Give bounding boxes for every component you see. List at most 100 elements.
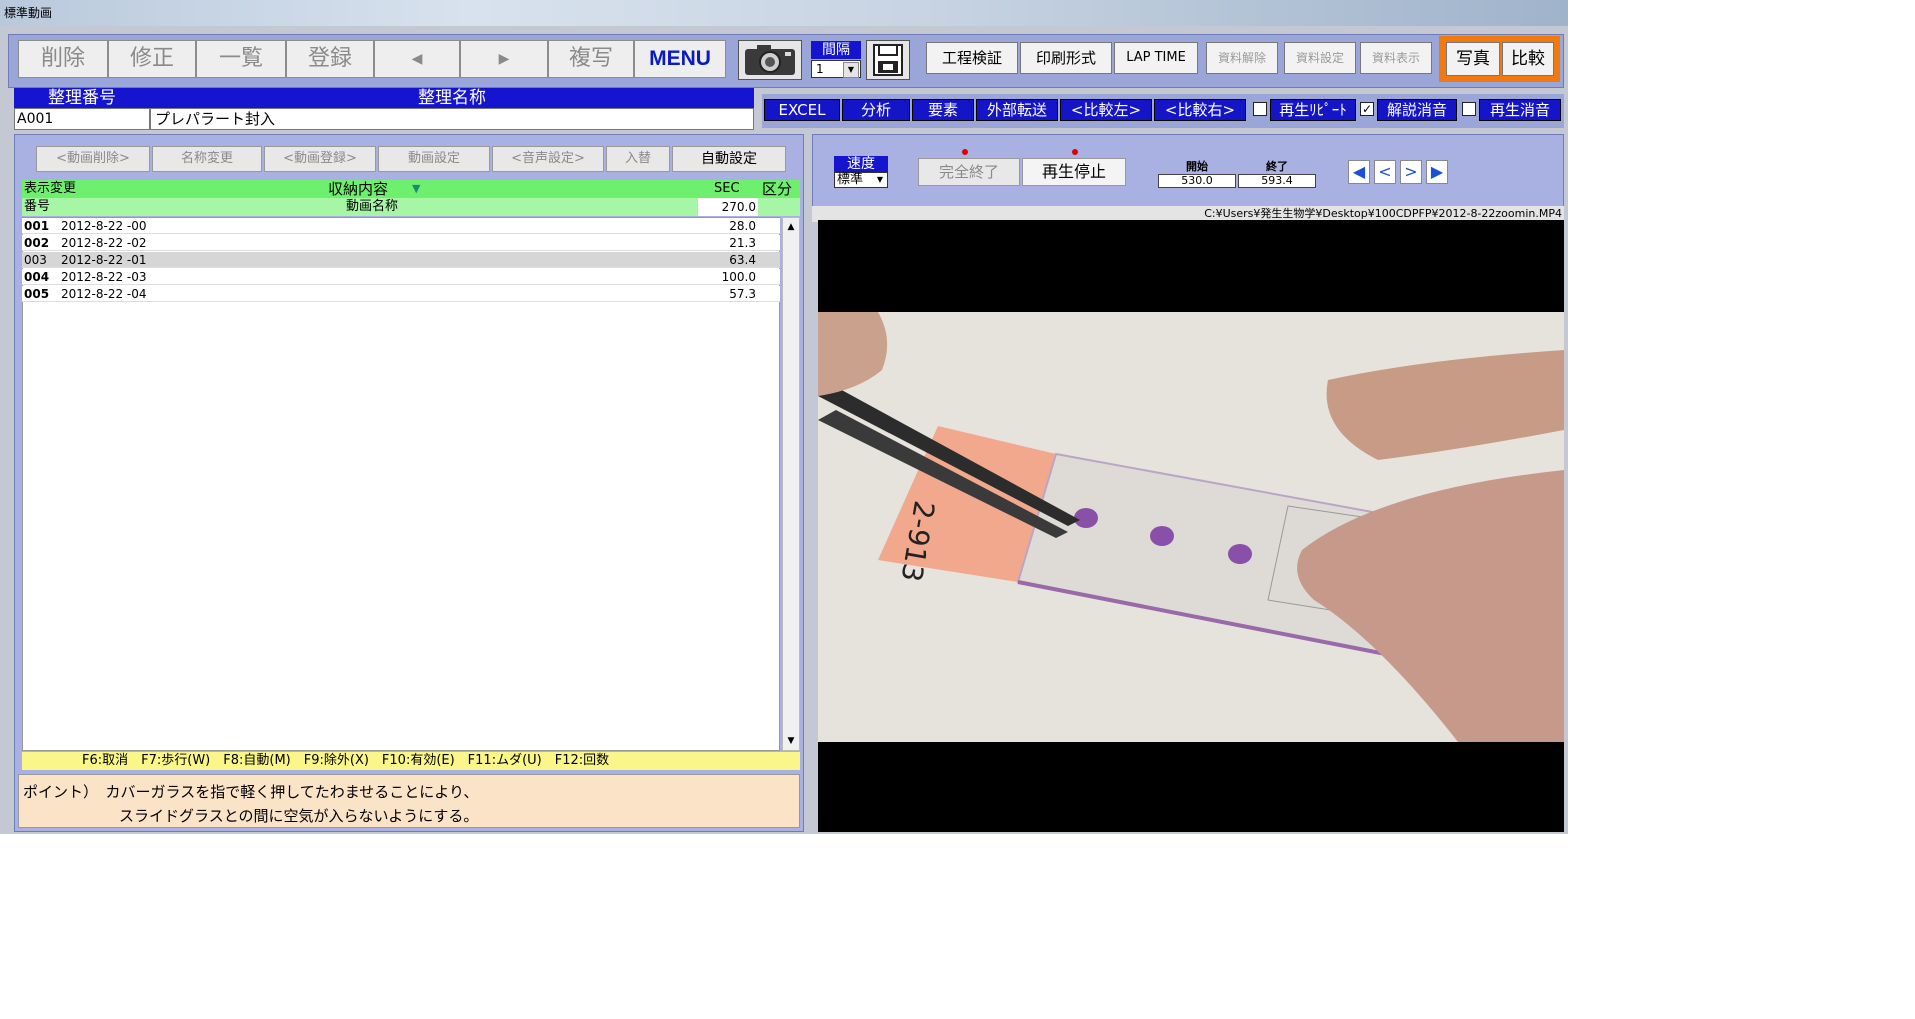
row-seconds: 63.4 (729, 253, 756, 267)
table-row-selected[interactable]: 003 2012-8-22 -01 63.4 (22, 252, 780, 268)
swap-button[interactable]: 入替 (606, 146, 670, 172)
rename-button[interactable]: 名称変更 (152, 146, 262, 172)
record-dot-icon (962, 149, 968, 155)
jump-start-icon[interactable]: ◀ (1348, 160, 1370, 184)
video-player[interactable]: 2-913 (818, 220, 1564, 832)
video-settings-button[interactable]: 動画設定 (378, 146, 490, 172)
compare-button[interactable]: 比較 (1502, 42, 1554, 76)
shortcut-bar: F6:取消 F7:歩行(W) F8:自動(M) F9:除外(X) F10:有効(… (22, 752, 800, 770)
speed-select[interactable]: 標準 ▼ (834, 172, 888, 188)
prev-record-button[interactable]: ◀ (374, 40, 460, 78)
process-verify-button[interactable]: 工程検証 (926, 42, 1018, 74)
row-name: 2012-8-22 -00 (61, 219, 147, 233)
mute-commentary-checkbox[interactable]: ✓ (1360, 102, 1374, 116)
row-name: 2012-8-22 -01 (61, 253, 147, 267)
chevron-down-icon[interactable]: ▼ (843, 62, 859, 78)
edit-button[interactable]: 修正 (108, 40, 196, 78)
sec-header: SEC (714, 181, 740, 196)
start-label: 開始 (1186, 160, 1208, 173)
scroll-down-icon[interactable]: ▼ (783, 733, 799, 749)
material-release-button[interactable]: 資料解除 (1206, 42, 1278, 74)
row-seconds: 100.0 (721, 270, 756, 284)
register-button[interactable]: 登録 (286, 40, 374, 78)
row-name: 2012-8-22 -02 (61, 236, 147, 250)
storage-header: 収納内容 (328, 180, 389, 198)
photo-button[interactable]: 写真 (1446, 42, 1500, 76)
record-dot-icon (1072, 149, 1078, 155)
row-seconds: 28.0 (729, 219, 756, 233)
copy-button[interactable]: 複写 (548, 40, 634, 78)
row-number: 004 (24, 270, 50, 284)
row-seconds: 57.3 (729, 287, 756, 301)
audio-settings-button[interactable]: <音声設定> (492, 146, 604, 172)
number-header: 番号 (24, 199, 51, 214)
step-back-icon[interactable]: < (1374, 160, 1396, 184)
table-row[interactable]: 002 2012-8-22 -02 21.3 (22, 235, 780, 251)
table-header: 表示変更 収納内容 ▼ SEC 区分 (22, 180, 800, 198)
camera-icon[interactable] (738, 40, 802, 80)
interval-value: 1 (816, 62, 824, 76)
interval-select[interactable]: 1 ▼ (811, 60, 861, 78)
table-row[interactable]: 005 2012-8-22 -04 57.3 (22, 286, 780, 302)
mute-commentary-label: 解説消音 (1377, 99, 1457, 121)
chevron-down-icon[interactable]: ▼ (874, 174, 886, 186)
record-name-field[interactable]: プレパラート封入 (150, 108, 754, 130)
table-subheader: 番号 動画名称 270.0 (22, 198, 800, 216)
category-header: 区分 (762, 180, 793, 198)
end-label: 終了 (1266, 160, 1288, 173)
speed-value: 標準 (837, 172, 864, 187)
point-note: ポイント） カバーガラスを指で軽く押してたわませることにより、 スライドグラスと… (18, 774, 800, 828)
point-line-1: ポイント） カバーガラスを指で軽く押してたわませることにより、 (23, 783, 479, 801)
row-seconds: 21.3 (729, 236, 756, 250)
material-display-button[interactable]: 資料表示 (1360, 42, 1432, 74)
window-title: 標準動画 (0, 0, 1568, 26)
delete-button[interactable]: 削除 (18, 40, 108, 78)
print-format-button[interactable]: 印刷形式 (1020, 42, 1112, 74)
excel-button[interactable]: EXCEL (764, 99, 840, 121)
playback-stop-button[interactable]: 再生停止 (1022, 158, 1126, 186)
auto-settings-button[interactable]: 自動設定 (672, 146, 786, 172)
repeat-label: 再生ﾘﾋﾟｰﾄ (1270, 99, 1356, 121)
table-row[interactable]: 004 2012-8-22 -03 100.0 (22, 269, 780, 285)
material-settings-button[interactable]: 資料設定 (1284, 42, 1356, 74)
start-time-field[interactable]: 530.0 (1158, 174, 1236, 188)
row-number: 003 (24, 253, 47, 267)
end-time-field[interactable]: 593.4 (1238, 174, 1316, 188)
video-frame: 2-913 (818, 220, 1564, 832)
row-number: 002 (24, 236, 50, 250)
compare-left-button[interactable]: <比較左> (1060, 99, 1152, 121)
external-transfer-button[interactable]: 外部転送 (976, 99, 1058, 121)
mute-playback-checkbox[interactable] (1462, 102, 1476, 116)
element-button[interactable]: 要素 (912, 99, 974, 121)
speed-label: 速度 (834, 156, 888, 172)
display-change-label[interactable]: 表示変更 (24, 180, 76, 198)
record-number-field[interactable]: A001 (14, 108, 150, 130)
interval-label: 間隔 (811, 41, 861, 59)
complete-stop-button[interactable]: 完全終了 (918, 158, 1020, 186)
scroll-up-icon[interactable]: ▲ (783, 219, 799, 235)
record-name-header: 整理名称 (150, 88, 754, 108)
step-forward-icon[interactable]: > (1400, 160, 1422, 184)
save-icon[interactable] (866, 40, 910, 80)
mute-playback-label: 再生消音 (1479, 99, 1561, 121)
video-name-header: 動画名称 (346, 199, 399, 214)
row-number: 001 (24, 219, 50, 233)
register-video-button[interactable]: <動画登録> (264, 146, 376, 172)
record-number-header: 整理番号 (14, 88, 150, 108)
row-number: 005 (24, 287, 50, 301)
list-scrollbar[interactable] (782, 217, 800, 751)
sort-triangle-icon[interactable]: ▼ (412, 180, 420, 198)
analysis-button[interactable]: 分析 (842, 99, 910, 121)
delete-video-button[interactable]: <動画削除> (36, 146, 150, 172)
next-record-button[interactable]: ▶ (460, 40, 548, 78)
point-line-2: スライドグラスとの間に空気が入らないようにする。 (119, 807, 479, 825)
compare-right-button[interactable]: <比較右> (1154, 99, 1246, 121)
list-button[interactable]: 一覧 (196, 40, 286, 78)
repeat-checkbox[interactable] (1253, 102, 1267, 116)
lap-time-button[interactable]: LAP TIME (1114, 42, 1198, 74)
jump-end-icon[interactable]: ▶ (1426, 160, 1448, 184)
row-name: 2012-8-22 -03 (61, 270, 147, 284)
table-row[interactable]: 001 2012-8-22 -00 28.0 (22, 218, 780, 234)
menu-button[interactable]: MENU (634, 40, 726, 78)
row-name: 2012-8-22 -04 (61, 287, 147, 301)
